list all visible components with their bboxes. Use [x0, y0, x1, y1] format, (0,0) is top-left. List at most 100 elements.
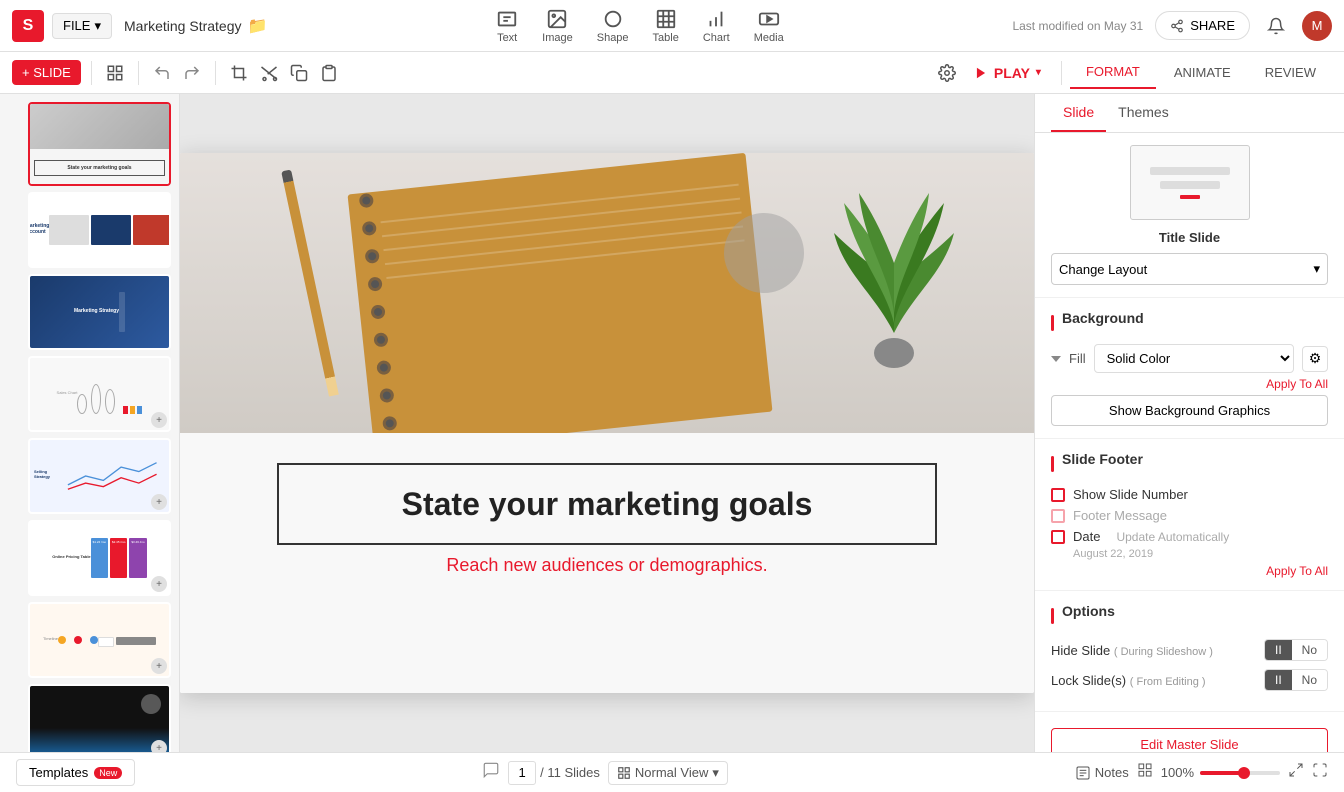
show-slide-number-checkbox[interactable]: [1051, 488, 1065, 502]
lock-slide-no-option[interactable]: No: [1292, 670, 1327, 690]
fill-settings-button[interactable]: ⚙: [1302, 346, 1328, 372]
slide-canvas[interactable]: State your marketing goals Reach new aud…: [180, 153, 1034, 693]
fill-expand-icon[interactable]: [1051, 356, 1061, 362]
redo-button[interactable]: [179, 60, 205, 86]
notification-icon[interactable]: [1262, 12, 1290, 40]
options-title: Options: [1062, 603, 1115, 619]
file-menu-button[interactable]: FILE ▾: [52, 13, 112, 39]
slide-panel: 1 State your marketing goals 2 Marketing…: [0, 94, 180, 752]
insert-media-label: Media: [754, 32, 784, 44]
bottom-bar: Templates New / 11 Slides Normal View ▾ …: [0, 752, 1344, 792]
view-selector[interactable]: Normal View ▾: [608, 761, 728, 785]
slide-subtitle[interactable]: Reach new audiences or demographics.: [446, 555, 767, 576]
lock-slide-ii-option[interactable]: II: [1265, 670, 1292, 690]
apply-to-all-link-1[interactable]: Apply To All: [1051, 377, 1328, 391]
copy-button[interactable]: [286, 60, 312, 86]
layout-accent: [1180, 195, 1200, 199]
insert-image-button[interactable]: Image: [542, 8, 573, 44]
update-auto-label: Update Automatically: [1116, 530, 1229, 544]
insert-image-label: Image: [542, 32, 573, 44]
slide-thumbnail-5[interactable]: Selling Strategy +: [28, 438, 171, 514]
notes-label: Notes: [1095, 765, 1129, 780]
comment-icon[interactable]: [482, 761, 500, 784]
add-slide-button[interactable]: + SLIDE: [12, 60, 81, 85]
canvas-area: State your marketing goals Reach new aud…: [180, 94, 1034, 752]
top-bar: S FILE ▾ Marketing Strategy 📁 Text Image…: [0, 0, 1344, 52]
grid-view-icon[interactable]: [1137, 762, 1153, 783]
page-number-input[interactable]: [508, 761, 536, 785]
footer-accent: [1051, 456, 1054, 472]
layout-name-label: Title Slide: [1051, 230, 1328, 245]
options-accent: [1051, 608, 1054, 624]
slide-thumbnail-3[interactable]: Marketing Strategy: [28, 274, 171, 350]
file-chevron-icon: ▾: [94, 18, 101, 34]
lock-slide-label: Lock Slide(s) ( From Editing ): [1051, 673, 1256, 688]
insert-chart-button[interactable]: Chart: [703, 8, 730, 44]
crop-button[interactable]: [226, 60, 252, 86]
slide-thumbnail-8[interactable]: +: [28, 684, 171, 752]
view-chevron-icon: ▾: [712, 765, 719, 781]
show-background-graphics-button[interactable]: Show Background Graphics: [1051, 395, 1328, 426]
play-button[interactable]: PLAY ▾: [962, 59, 1053, 87]
insert-table-button[interactable]: Table: [653, 8, 679, 44]
layout-view-button[interactable]: [102, 60, 128, 86]
play-chevron: ▾: [1036, 67, 1041, 78]
slide-thumbnail-6[interactable]: Online Pricing Table $1.24 /mo $2.45 /mo…: [28, 520, 171, 596]
hide-slide-ii-option[interactable]: II: [1265, 640, 1292, 660]
zoom-controls: 100%: [1161, 765, 1280, 780]
plant-decoration: [814, 153, 974, 373]
second-toolbar: + SLIDE PLAY ▾ FORMAT ANIMATE REVIEW: [0, 52, 1344, 94]
folder-icon: 📁: [248, 16, 268, 36]
insert-media-button[interactable]: Media: [754, 8, 784, 44]
view-label: Normal View: [635, 765, 708, 780]
slide-6-add[interactable]: +: [151, 576, 167, 592]
templates-button[interactable]: Templates New: [16, 759, 135, 786]
notebook-decoration: [348, 153, 773, 433]
hide-slide-label: Hide Slide ( During Slideshow ): [1051, 643, 1256, 658]
date-checkbox[interactable]: [1051, 530, 1065, 544]
settings-button[interactable]: [934, 60, 960, 86]
hide-slide-no-option[interactable]: No: [1292, 640, 1327, 660]
slide-thumbnail-2[interactable]: Marketing Account: [28, 192, 171, 268]
fill-type-select[interactable]: Solid Color: [1094, 344, 1294, 373]
apply-to-all-link-2[interactable]: Apply To All: [1051, 564, 1328, 578]
slide-content: State your marketing goals Reach new aud…: [180, 433, 1034, 596]
top-right-actions: Last modified on May 31 SHARE M: [1012, 11, 1332, 41]
slide-8-add[interactable]: +: [151, 740, 167, 752]
insert-chart-label: Chart: [703, 32, 730, 44]
chevron-down-icon: ▾: [1313, 261, 1320, 277]
fit-screen-icon[interactable]: [1288, 762, 1304, 783]
notes-button[interactable]: Notes: [1075, 765, 1129, 781]
cut-button[interactable]: [256, 60, 282, 86]
file-label: FILE: [63, 18, 90, 33]
bottom-right: Notes 100%: [1075, 762, 1328, 783]
zoom-track[interactable]: [1200, 771, 1280, 775]
edit-master-slide-button[interactable]: Edit Master Slide: [1051, 728, 1328, 752]
slide-7-add[interactable]: +: [151, 658, 167, 674]
slide-thumbnail-7[interactable]: Timeline +: [28, 602, 171, 678]
format-tab[interactable]: FORMAT: [1070, 56, 1156, 89]
animate-tab[interactable]: ANIMATE: [1158, 57, 1247, 88]
fullscreen-icon[interactable]: [1312, 762, 1328, 783]
slide-thumbnail-1[interactable]: State your marketing goals: [28, 102, 171, 186]
insert-shape-button[interactable]: Shape: [597, 8, 629, 44]
slide-4-add[interactable]: +: [151, 412, 167, 428]
paste-button[interactable]: [316, 60, 342, 86]
review-tab[interactable]: REVIEW: [1249, 57, 1332, 88]
zoom-thumb[interactable]: [1238, 767, 1250, 779]
user-avatar[interactable]: M: [1302, 11, 1332, 41]
slide-5-add[interactable]: +: [151, 494, 167, 510]
undo-button[interactable]: [149, 60, 175, 86]
slide-footer-section: Slide Footer Show Slide Number Footer Me…: [1035, 439, 1344, 591]
slide-title-box[interactable]: State your marketing goals: [277, 463, 937, 545]
layout-line-1: [1150, 167, 1230, 175]
bottom-center: / 11 Slides Normal View ▾: [135, 761, 1075, 785]
change-layout-button[interactable]: Change Layout ▾: [1051, 253, 1328, 285]
insert-text-button[interactable]: Text: [496, 8, 518, 44]
separator-1: [91, 61, 92, 85]
share-button[interactable]: SHARE: [1155, 11, 1250, 40]
themes-tab[interactable]: Themes: [1106, 94, 1181, 132]
slide-thumbnail-4[interactable]: Sales Chart +: [28, 356, 171, 432]
footer-message-checkbox[interactable]: [1051, 509, 1065, 523]
slide-tab[interactable]: Slide: [1051, 94, 1106, 132]
